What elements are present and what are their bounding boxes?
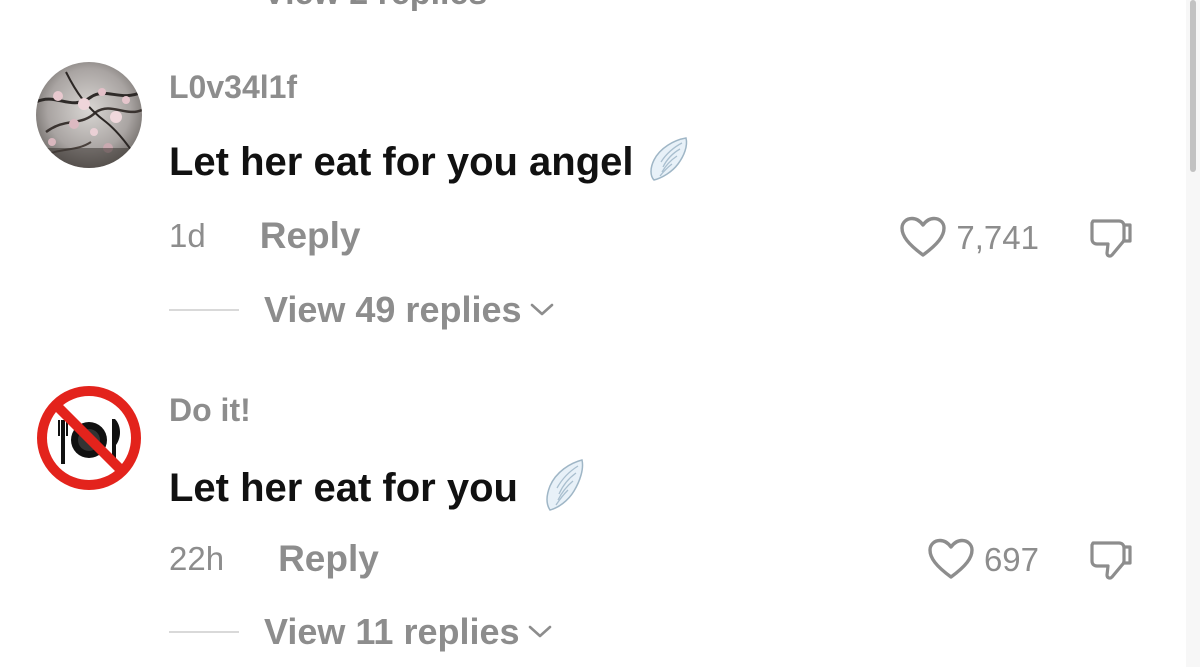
comment-username[interactable]: L0v34l1f [169, 71, 297, 103]
scrollbar[interactable] [1186, 0, 1200, 667]
view-replies-label: View 49 replies [264, 289, 522, 330]
view-replies-button[interactable]: View 11 replies [169, 614, 553, 650]
no-food-sign [36, 385, 142, 491]
comment-meta: 22h Reply [169, 540, 379, 577]
comments-panel: View 2 replies [0, 0, 1200, 667]
chevron-down-icon [527, 624, 553, 640]
wing-emoji [646, 134, 690, 189]
heart-outline-icon [900, 216, 947, 257]
view-replies-partial[interactable]: View 2 replies [263, 0, 487, 13]
comment-actions: 697 [926, 535, 1135, 583]
comment-timestamp: 1d [169, 217, 206, 254]
comment-actions: 7,741 [898, 213, 1135, 261]
scrollbar-thumb[interactable] [1190, 0, 1196, 172]
comment-timestamp: 22h [169, 540, 225, 577]
like-count: 7,741 [956, 218, 1039, 256]
avatar[interactable] [36, 62, 142, 168]
dislike-button[interactable] [1087, 213, 1135, 261]
comment-text: Let her eat for you [169, 456, 586, 519]
reply-button[interactable]: Reply [278, 540, 379, 577]
heart-outline-icon [928, 538, 974, 579]
like-count: 697 [983, 540, 1039, 578]
thread-line [169, 309, 239, 311]
comment-username[interactable]: Do it! [169, 394, 251, 426]
view-replies-button[interactable]: View 49 replies [169, 292, 555, 328]
comment-text-label: Let her eat for you [169, 465, 518, 510]
wing-emoji [542, 456, 586, 519]
thread-line [169, 631, 239, 633]
avatar[interactable] [36, 385, 142, 491]
view-replies-label: View 11 replies [264, 611, 520, 652]
comment-text-label: Let her eat for you angel [169, 139, 634, 184]
comment-text: Let her eat for you angel [169, 134, 690, 189]
cherry-blossom-photo [36, 62, 142, 168]
dislike-button[interactable] [1087, 535, 1135, 583]
reply-button[interactable]: Reply [260, 217, 361, 254]
comment-meta: 1d Reply [169, 217, 360, 254]
chevron-down-icon [529, 302, 555, 318]
thumbs-down-icon [1090, 541, 1132, 580]
like-button[interactable]: 697 [926, 537, 1039, 581]
like-button[interactable]: 7,741 [898, 215, 1039, 259]
thumbs-down-icon [1090, 219, 1132, 258]
